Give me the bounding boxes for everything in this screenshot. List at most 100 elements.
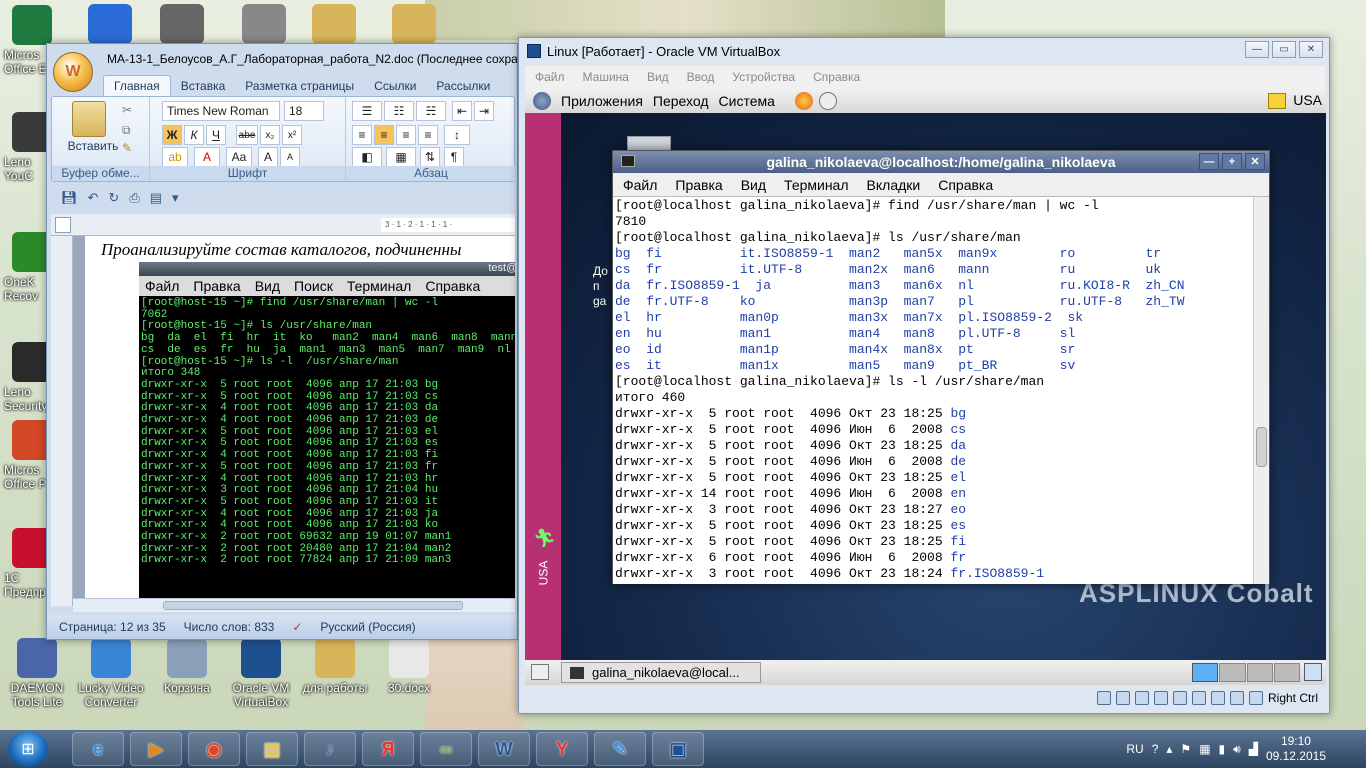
maximize-button[interactable]: ▭ [1272,41,1296,58]
desktop-shortcut[interactable]: DAEMON Tools Lite [0,638,74,709]
word-window[interactable]: W МА-13-1_Белоусов_А.Г_Лабораторная_рабо… [46,43,518,640]
desktop-shortcut[interactable]: Micros Office E [0,5,52,76]
save-icon[interactable]: 💾︎ [61,190,78,206]
italic-button[interactable]: К [184,125,204,145]
show-desktop-icon[interactable] [531,664,549,680]
scroll-thumb[interactable] [163,601,463,610]
guest-task-button[interactable]: galina_nikolaeva@local... [561,662,761,683]
terminal-menu-item[interactable]: Справка [938,177,993,193]
font-name-select[interactable]: Times New Roman [162,101,280,121]
keyboard-icon[interactable] [1268,93,1286,109]
sort-button[interactable]: ⇅ [420,147,440,167]
hdd-status-icon[interactable] [1096,691,1111,705]
terminal-scroll-thumb[interactable] [1256,427,1267,467]
paint-icon[interactable]: ✎ [594,732,646,766]
grow-font-button[interactable]: A [258,147,278,167]
network-status-icon[interactable] [1134,691,1149,705]
shared-folders-icon[interactable] [1172,691,1187,705]
ribbon-tab[interactable]: Главная [103,75,171,96]
folder-top-icon[interactable] [312,4,356,44]
highlight-button[interactable]: ab [162,147,188,167]
vbox-menu-item[interactable]: Вид [647,70,669,84]
help-icon[interactable]: ? [1152,742,1159,756]
spellcheck-icon[interactable]: ✓ [292,620,302,634]
line-spacing-button[interactable]: ↕ [444,125,470,145]
word-icon[interactable]: W [478,732,530,766]
redo-icon[interactable]: ↻ [108,190,119,206]
guest-panel-item[interactable]: Приложения [561,93,643,109]
bullets-button[interactable]: ☰ [352,101,382,121]
print-preview-icon[interactable]: ⎙ [129,190,139,206]
terminal-menu-item[interactable]: Вкладки [867,177,921,193]
terminal-menu-item[interactable]: Правка [675,177,722,193]
change-case-button[interactable]: Aa [226,147,252,167]
align-left-button[interactable]: ≡ [352,125,372,145]
justify-button[interactable]: ≡ [418,125,438,145]
borders-button[interactable]: ▦ [386,147,416,167]
language-indicator[interactable]: RU [1126,742,1143,756]
multilevel-button[interactable]: ☵ [416,101,446,121]
desktop-shortcut[interactable]: 1C Предпр [0,528,52,599]
workspace-2[interactable] [1219,663,1246,682]
ribbon-tab[interactable]: Разметка страницы [235,76,364,96]
terminal-scrollbar[interactable] [1253,197,1269,584]
vbox-menu-item[interactable]: Машина [583,70,629,84]
ribbon-tab[interactable]: Вставка [171,76,236,96]
tab-selector[interactable] [55,217,71,233]
terminal-menu-item[interactable]: Терминал [784,177,848,193]
font-color-button[interactable]: A [194,147,220,167]
internet-explorer-icon[interactable]: e [72,732,124,766]
hp-icon[interactable] [242,4,286,44]
workspace-4[interactable] [1273,663,1300,682]
terminal-window[interactable]: galina_nikolaeva@localhost:/home/galina_… [612,150,1270,584]
paste-icon[interactable] [72,101,106,137]
align-right-button[interactable]: ≡ [396,125,416,145]
network-icon[interactable]: ▦ [1199,742,1210,756]
vbox-menu-item[interactable]: Справка [813,70,860,84]
font-size-select[interactable]: 18 [284,101,324,121]
vbox-menu-item[interactable]: Файл [535,70,565,84]
tray-arrow-icon[interactable]: ▴ [1166,742,1172,756]
office-button[interactable]: W [53,52,93,92]
file-explorer-icon[interactable]: ▤ [246,732,298,766]
firefox-icon[interactable] [795,92,813,110]
display-status-icon[interactable] [1191,691,1206,705]
shrink-font-button[interactable]: A [280,147,300,167]
keyboard-layout[interactable]: USA [1293,92,1322,108]
undo-icon[interactable]: ↶ [88,190,99,206]
decrease-indent-button[interactable]: ⇤ [452,101,472,121]
format-painter-icon[interactable]: ✎ [122,141,132,155]
battery-icon[interactable]: ▮ [1219,742,1226,756]
vbox-menu-item[interactable]: Устройства [732,70,795,84]
desktop-shortcut[interactable]: для работы [298,638,372,695]
workspace-3[interactable] [1246,663,1273,682]
superscript-button[interactable]: x² [282,125,302,145]
vbox-menu-item[interactable]: Ввод [687,70,715,84]
volume-icon[interactable]: 🔊︎ [1233,742,1241,757]
page-count[interactable]: Страница: 12 из 35 [59,620,166,634]
sound-app-icon[interactable]: ♪ [304,732,356,766]
increase-indent-button[interactable]: ⇥ [474,101,494,121]
desktop-shortcut[interactable]: Корзина [150,638,224,695]
desktop-shortcut[interactable]: Oracle VM VirtualBox [224,638,298,709]
subscript-button[interactable]: x₂ [260,125,280,145]
paste-small-icon[interactable]: ▤ [150,190,162,206]
terminal-menu-item[interactable]: Файл [623,177,657,193]
desktop-shortcut[interactable]: Leno YouC [0,112,52,183]
cd-status-icon[interactable] [1115,691,1130,705]
document-area[interactable]: Проанализируйте состав каталогов, подчин… [73,236,515,606]
underline-button[interactable]: Ч [206,125,226,145]
mouse-integration-icon[interactable] [1229,691,1244,705]
windows-flag-icon[interactable]: ⚑ [1180,742,1191,756]
qat-customize-icon[interactable]: ▾ [172,190,179,206]
desktop-shortcut[interactable]: OneK Recov [0,232,52,303]
terminal-minimize-button[interactable]: — [1199,153,1219,170]
word-count[interactable]: Число слов: 833 [184,620,275,634]
desktop-shortcut[interactable]: 30.docx [372,638,446,695]
cut-icon[interactable]: ✂ [122,103,132,117]
close-button[interactable]: ✕ [1299,41,1323,58]
usb-status-icon[interactable] [1153,691,1168,705]
media-app-icon[interactable] [88,4,132,44]
workspace-1[interactable] [1192,663,1219,682]
desktop-shortcut[interactable]: Leno Security [0,342,52,413]
